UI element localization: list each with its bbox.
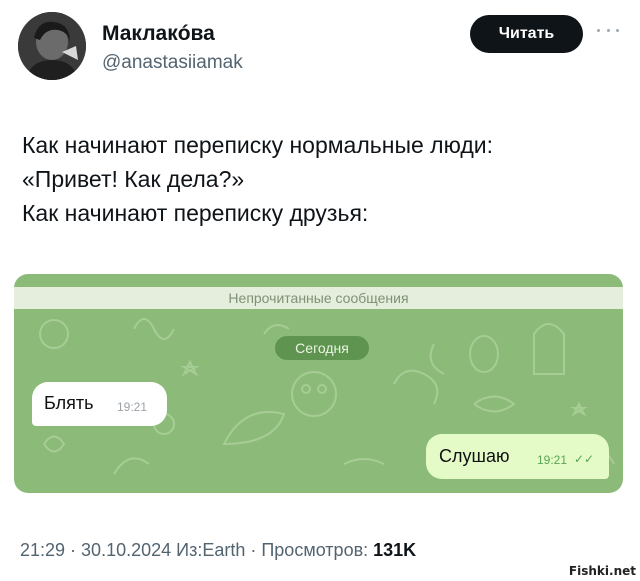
date-badge: Сегодня	[275, 336, 369, 360]
outgoing-message-time: 19:21	[537, 453, 568, 467]
incoming-message-time: 19:21	[117, 400, 148, 414]
tweet-line: Как начинают переписку нормальные люди:	[22, 132, 493, 158]
views-label: Просмотров:	[261, 540, 374, 560]
meta-separator: ·	[245, 540, 262, 560]
outgoing-message-bubble: Слушаю 19:21 ✓✓	[426, 434, 609, 479]
tweet-media-image[interactable]: Непрочитанные сообщения Сегодня Блять 19…	[14, 274, 623, 493]
tweet-text: Как начинают переписку нормальные люди: …	[22, 128, 622, 230]
author-handle[interactable]: @anastasiiamak	[102, 52, 243, 74]
tweet-meta: 21:29 · 30.10.2024 Из:Earth · Просмотров…	[20, 540, 416, 561]
read-checkmarks-icon: ✓✓	[574, 452, 595, 466]
incoming-message-bubble: Блять 19:21	[32, 382, 167, 426]
date-label: Сегодня	[295, 340, 349, 356]
outgoing-message-text: Слушаю	[439, 446, 510, 466]
tweet-source: Из:Earth	[171, 540, 246, 560]
views-count: 131K	[373, 540, 417, 560]
meta-separator: ·	[65, 540, 82, 560]
unread-messages-label: Непрочитанные сообщения	[228, 290, 409, 306]
avatar-photo	[18, 12, 86, 80]
unread-messages-divider: Непрочитанные сообщения	[14, 287, 623, 309]
follow-button[interactable]: Читать	[470, 15, 583, 53]
tweet-time[interactable]: 21:29	[20, 540, 65, 560]
more-options-icon[interactable]	[597, 25, 619, 35]
author-name[interactable]: Маклакóва	[102, 22, 215, 46]
tweet-line: Как начинают переписку друзья:	[22, 200, 369, 226]
incoming-message-text: Блять	[44, 393, 94, 413]
site-watermark: Fishki.net	[568, 564, 636, 578]
tweet-line: «Привет! Как дела?»	[22, 166, 245, 192]
tweet-date[interactable]: 30.10.2024	[81, 540, 171, 560]
avatar[interactable]	[18, 12, 86, 80]
